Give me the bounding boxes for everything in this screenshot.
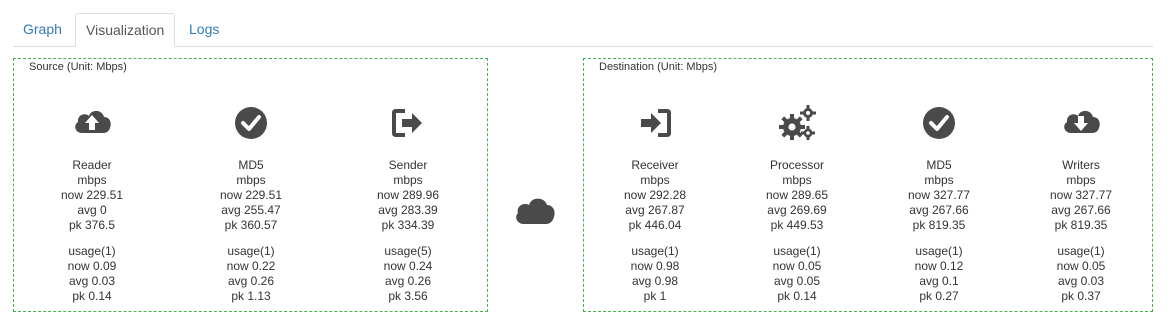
usage-label: usage(1): [773, 244, 821, 258]
usage-avg: avg 0.1: [919, 274, 959, 288]
usage-label: usage(1): [1057, 244, 1105, 258]
usage-now: now 0.05: [1056, 259, 1106, 273]
rate-pk: pk 360.57: [224, 218, 278, 232]
node-name: Sender: [388, 158, 428, 172]
source-panel: Source (Unit: Mbps) Reader mbps now 229.…: [13, 58, 488, 312]
usage-now: now 0.12: [914, 259, 964, 273]
usage-avg: avg 0.98: [631, 274, 679, 288]
sign-out-icon: [392, 109, 422, 137]
source-node-sender: Sender mbps now 289.96 avg 283.39 pk 334…: [338, 103, 478, 304]
rate-pk: pk 819.35: [1054, 218, 1108, 232]
rate-now: now 327.77: [907, 188, 971, 202]
usage-label: usage(1): [915, 244, 963, 258]
usage-pk: pk 0.37: [1061, 289, 1101, 303]
node-unit: mbps: [393, 173, 423, 187]
rate-pk: pk 449.53: [770, 218, 824, 232]
usage-avg: avg 0.03: [1057, 274, 1105, 288]
node-name: Receiver: [631, 158, 679, 172]
destination-panel-title: Destination (Unit: Mbps): [599, 61, 717, 73]
sign-in-icon: [641, 109, 671, 137]
rate-avg: avg 267.87: [625, 203, 685, 217]
usage-pk: pk 0.14: [777, 289, 817, 303]
rate-pk: pk 334.39: [381, 218, 435, 232]
destination-node-processor: Processor mbps now 289.65 avg 269.69 pk …: [727, 103, 867, 304]
usage-avg: avg 0.26: [384, 274, 432, 288]
rate-now: now 229.51: [219, 188, 283, 202]
usage-now: now 0.05: [772, 259, 822, 273]
usage-pk: pk 1: [643, 289, 667, 303]
node-name: Writers: [1062, 158, 1100, 172]
usage-label: usage(1): [631, 244, 679, 258]
destination-panel: Destination (Unit: Mbps) Receiver mbps n…: [583, 58, 1153, 312]
usage-pk: pk 1.13: [231, 289, 271, 303]
cloud-download-icon: [1064, 110, 1100, 133]
usage-avg: avg 0.03: [68, 274, 116, 288]
rate-pk: pk 819.35: [912, 218, 966, 232]
rate-now: now 229.51: [60, 188, 124, 202]
source-node-md5: MD5 mbps now 229.51 avg 255.47 pk 360.57…: [181, 103, 321, 304]
check-circle-icon: [923, 107, 955, 139]
cloud-icon: [516, 198, 555, 224]
node-unit: mbps: [924, 173, 954, 187]
cloud-upload-icon: [75, 110, 111, 133]
rate-avg: avg 269.69: [767, 203, 827, 217]
destination-node-receiver: Receiver mbps now 292.28 avg 267.87 pk 4…: [585, 103, 725, 304]
tab-logs[interactable]: Logs: [179, 13, 229, 45]
rate-pk: pk 376.5: [68, 218, 116, 232]
gears-icon: [779, 105, 816, 140]
node-unit: mbps: [1066, 173, 1096, 187]
usage-label: usage(5): [384, 244, 432, 258]
usage-now: now 0.24: [383, 259, 433, 273]
destination-node-md5: MD5 mbps now 327.77 avg 267.66 pk 819.35…: [869, 103, 1009, 304]
rate-now: now 292.28: [623, 188, 687, 202]
node-unit: mbps: [640, 173, 670, 187]
usage-pk: pk 3.56: [388, 289, 428, 303]
rate-now: now 289.96: [376, 188, 440, 202]
rate-now: now 327.77: [1049, 188, 1113, 202]
tab-visualization[interactable]: Visualization: [75, 13, 176, 47]
rate-avg: avg 267.66: [909, 203, 969, 217]
node-name: MD5: [238, 158, 264, 172]
usage-avg: avg 0.05: [773, 274, 821, 288]
usage-avg: avg 0.26: [227, 274, 275, 288]
usage-label: usage(1): [68, 244, 116, 258]
usage-label: usage(1): [227, 244, 275, 258]
tab-graph[interactable]: Graph: [13, 13, 72, 45]
destination-node-writers: Writers mbps now 327.77 avg 267.66 pk 81…: [1011, 103, 1151, 304]
node-name: Processor: [769, 158, 825, 172]
rate-avg: avg 283.39: [378, 203, 438, 217]
source-node-reader: Reader mbps now 229.51 avg 0 pk 376.5 us…: [22, 103, 162, 304]
rate-pk: pk 446.04: [628, 218, 682, 232]
rate-now: now 289.65: [765, 188, 829, 202]
node-name: Reader: [72, 158, 112, 172]
usage-now: now 0.22: [226, 259, 276, 273]
node-unit: mbps: [782, 173, 812, 187]
usage-pk: pk 0.27: [919, 289, 959, 303]
usage-now: now 0.09: [67, 259, 117, 273]
node-name: MD5: [926, 158, 952, 172]
rate-avg: avg 267.66: [1051, 203, 1111, 217]
usage-pk: pk 0.14: [72, 289, 112, 303]
check-circle-icon: [235, 107, 267, 139]
source-panel-title: Source (Unit: Mbps): [29, 61, 127, 73]
node-unit: mbps: [236, 173, 266, 187]
node-unit: mbps: [77, 173, 107, 187]
tab-bar: Graph Visualization Logs: [13, 13, 1153, 47]
usage-now: now 0.98: [630, 259, 680, 273]
rate-avg: avg 0: [77, 203, 107, 217]
rate-avg: avg 255.47: [221, 203, 281, 217]
